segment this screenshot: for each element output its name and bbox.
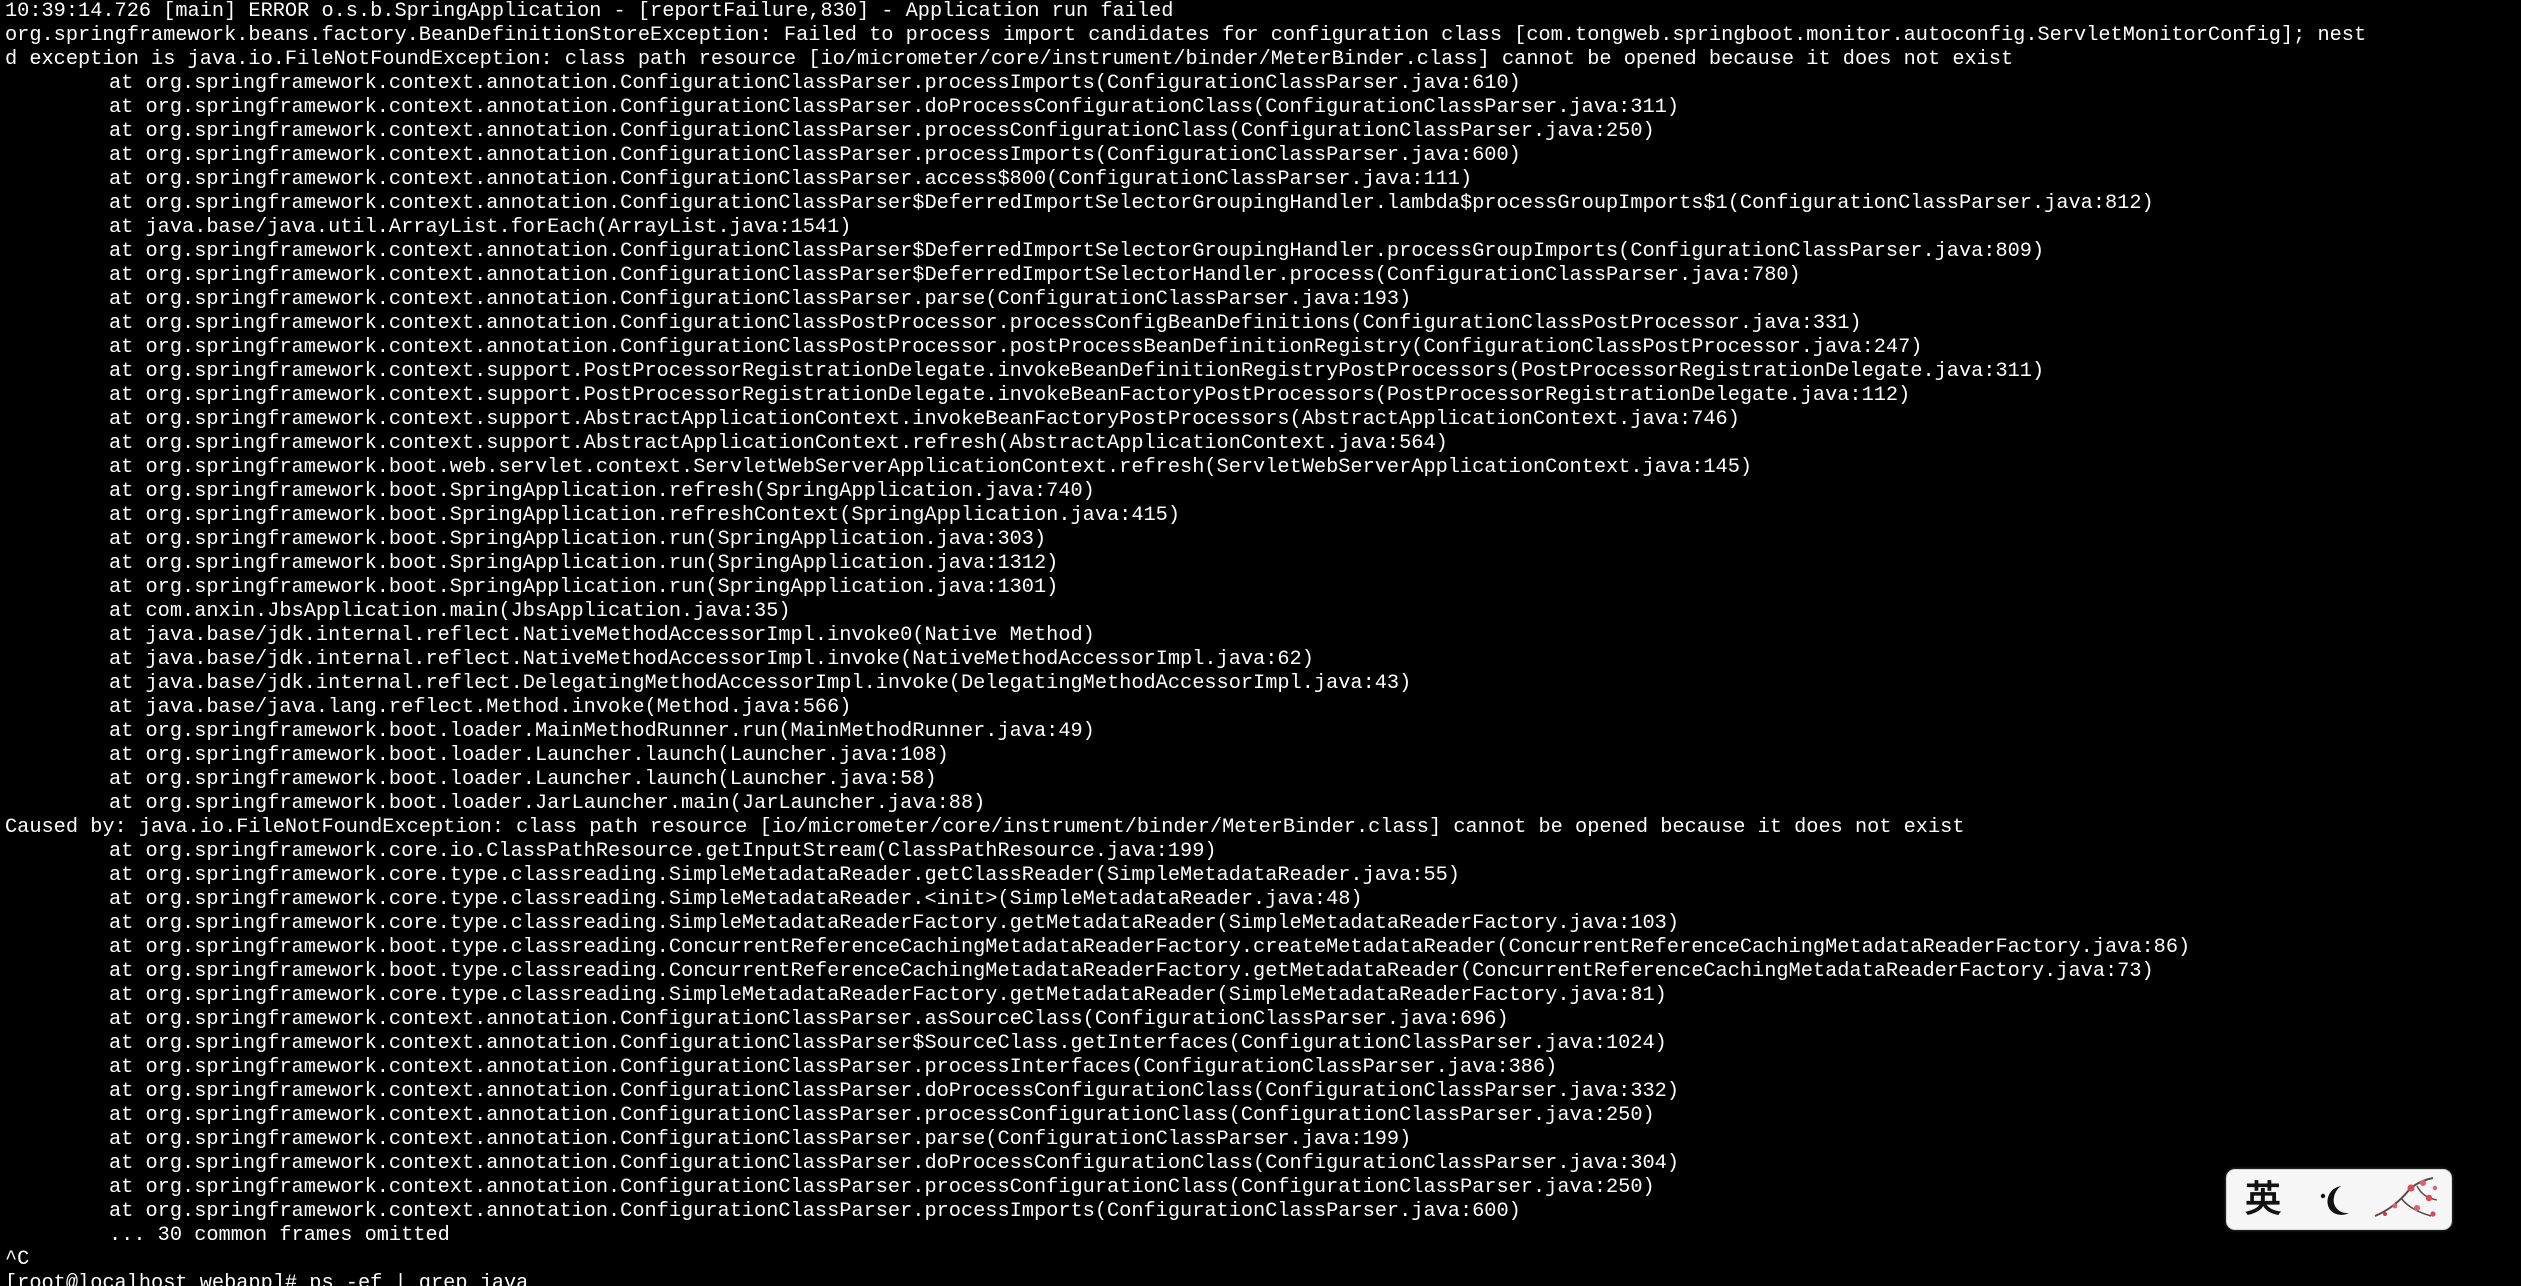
terminal-line: at org.springframework.context.annotatio… xyxy=(109,1200,1521,1223)
terminal-line: at java.base/jdk.internal.reflect.Native… xyxy=(109,648,1314,671)
terminal-line: at org.springframework.boot.loader.JarLa… xyxy=(109,792,986,815)
terminal-line: at java.base/jdk.internal.reflect.Delega… xyxy=(109,672,1412,695)
terminal-line: at org.springframework.context.annotatio… xyxy=(109,144,1521,167)
shell-prompt-line: [root@localhost webapp]# ps -ef | grep j… xyxy=(5,1272,529,1286)
terminal-output: 10:39:14.726 [main] ERROR o.s.b.SpringAp… xyxy=(5,0,2521,1286)
terminal-line: at org.springframework.context.support.A… xyxy=(109,408,1740,431)
terminal-line: at org.springframework.context.annotatio… xyxy=(109,120,1655,143)
terminal-line: at org.springframework.context.annotatio… xyxy=(109,1176,1655,1199)
terminal-line: at org.springframework.context.annotatio… xyxy=(109,1080,1680,1103)
terminal-line: at org.springframework.boot.type.classre… xyxy=(109,960,2154,983)
terminal-line: d exception is java.io.FileNotFoundExcep… xyxy=(5,48,2014,71)
terminal-line: at org.springframework.context.annotatio… xyxy=(109,96,1680,119)
terminal-line: at org.springframework.context.annotatio… xyxy=(109,1152,1680,1175)
terminal-line: at org.springframework.core.type.classre… xyxy=(109,912,1680,935)
terminal-line: at org.springframework.context.annotatio… xyxy=(109,72,1521,95)
terminal-line: at org.springframework.boot.SpringApplic… xyxy=(109,552,1059,575)
terminal-line: at org.springframework.boot.SpringApplic… xyxy=(109,504,1181,527)
terminal-line: at org.springframework.context.support.P… xyxy=(109,384,1911,407)
terminal-line: at org.springframework.context.annotatio… xyxy=(109,240,2045,263)
terminal-line: at java.base/java.util.ArrayList.forEach… xyxy=(109,216,852,239)
terminal-line: at org.springframework.core.type.classre… xyxy=(109,888,1363,911)
terminal-line: at java.base/java.lang.reflect.Method.in… xyxy=(109,696,852,719)
terminal-line: at org.springframework.context.annotatio… xyxy=(109,336,1923,359)
terminal-line: at org.springframework.boot.loader.Launc… xyxy=(109,768,937,791)
terminal-line: at org.springframework.boot.SpringApplic… xyxy=(109,528,1047,551)
terminal-line: at org.springframework.context.support.P… xyxy=(109,360,2045,383)
terminal-line: at org.springframework.context.annotatio… xyxy=(109,1032,1667,1055)
terminal-line: Caused by: java.io.FileNotFoundException… xyxy=(5,816,1965,839)
terminal-line: at org.springframework.boot.loader.Launc… xyxy=(109,744,949,767)
terminal-line: at org.springframework.boot.type.classre… xyxy=(109,936,2191,959)
terminal-line: at org.springframework.context.annotatio… xyxy=(109,168,1473,191)
terminal-line: at org.springframework.boot.SpringApplic… xyxy=(109,480,1095,503)
terminal-line: ... 30 common frames omitted xyxy=(109,1224,450,1247)
terminal-line: at org.springframework.context.annotatio… xyxy=(109,264,1801,287)
crescent-moon-icon[interactable] xyxy=(2319,1184,2355,1218)
terminal-line: at org.springframework.boot.web.servlet.… xyxy=(109,456,1753,479)
plum-blossom-skin-icon[interactable] xyxy=(2371,1176,2441,1226)
ime-toolbar[interactable]: 英 xyxy=(2226,1169,2452,1230)
terminal-line: at org.springframework.boot.loader.MainM… xyxy=(109,720,1095,743)
terminal-line: at org.springframework.context.annotatio… xyxy=(109,288,1412,311)
terminal-line: at org.springframework.context.annotatio… xyxy=(109,312,1862,335)
terminal-line: at org.springframework.context.annotatio… xyxy=(109,1056,1558,1079)
terminal-line: org.springframework.beans.factory.BeanDe… xyxy=(5,24,2367,47)
terminal-window[interactable]: 10:39:14.726 [main] ERROR o.s.b.SpringAp… xyxy=(0,0,2521,1286)
terminal-line: at org.springframework.core.type.classre… xyxy=(109,864,1460,887)
terminal-line: at org.springframework.core.type.classre… xyxy=(109,984,1667,1007)
terminal-line: 10:39:14.726 [main] ERROR o.s.b.SpringAp… xyxy=(5,0,1174,23)
terminal-line: at org.springframework.context.annotatio… xyxy=(109,1128,1412,1151)
terminal-line: at org.springframework.context.support.A… xyxy=(109,432,1448,455)
terminal-line: at org.springframework.context.annotatio… xyxy=(109,1008,1509,1031)
terminal-line: at com.anxin.JbsApplication.main(JbsAppl… xyxy=(109,600,791,623)
terminal-line: at org.springframework.core.io.ClassPath… xyxy=(109,840,1217,863)
terminal-line: at org.springframework.boot.SpringApplic… xyxy=(109,576,1059,599)
terminal-line: ^C xyxy=(5,1248,30,1271)
terminal-line: at org.springframework.context.annotatio… xyxy=(109,1104,1655,1127)
terminal-line: at org.springframework.context.annotatio… xyxy=(109,192,2154,215)
ime-language-mode-button[interactable]: 英 xyxy=(2245,1178,2281,1222)
terminal-line: at java.base/jdk.internal.reflect.Native… xyxy=(109,624,1095,647)
